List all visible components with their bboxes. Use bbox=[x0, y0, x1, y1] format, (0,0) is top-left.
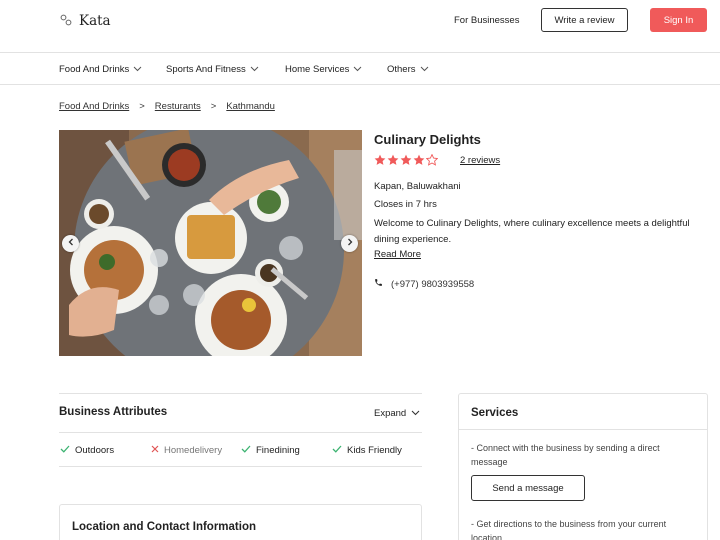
attribute-label: Kids Friendly bbox=[347, 445, 402, 456]
chevron-left-icon bbox=[68, 238, 74, 249]
breadcrumb-kathmandu[interactable]: Kathmandu bbox=[226, 101, 275, 112]
business-description: Welcome to Culinary Delights, where culi… bbox=[374, 218, 690, 245]
star-empty-icon bbox=[425, 153, 439, 169]
star-filled-icon bbox=[413, 154, 425, 169]
hours-status: Closes in 7 hrs bbox=[374, 199, 437, 210]
breadcrumb: Food And Drinks > Resturants > Kathmandu bbox=[59, 101, 275, 112]
divider bbox=[59, 393, 422, 394]
attribute-label: Homedelivery bbox=[164, 445, 223, 456]
directions-text: - Get directions to the business from yo… bbox=[471, 519, 667, 540]
write-review-button[interactable]: Write a review bbox=[541, 8, 628, 32]
nav-label: Home Services bbox=[285, 64, 350, 75]
reviews-link[interactable]: 2 reviews bbox=[460, 155, 500, 166]
close-icon bbox=[151, 445, 159, 456]
breadcrumb-separator: > bbox=[139, 101, 145, 112]
food-photo-illustration bbox=[59, 130, 362, 356]
business-address: Kapan, Baluwakhani bbox=[374, 181, 461, 192]
breadcrumb-food-and-drinks[interactable]: Food And Drinks bbox=[59, 101, 129, 112]
nav-home-services[interactable]: Home Services bbox=[285, 64, 362, 75]
breadcrumb-resturants[interactable]: Resturants bbox=[155, 101, 201, 112]
services-title: Services bbox=[471, 407, 519, 419]
star-filled-icon bbox=[374, 154, 386, 169]
check-icon bbox=[241, 445, 251, 456]
carousel-prev-button[interactable] bbox=[62, 235, 79, 252]
divider bbox=[59, 432, 422, 433]
logo-icon bbox=[60, 14, 72, 29]
business-photo bbox=[59, 130, 362, 356]
nav-food-and-drinks[interactable]: Food And Drinks bbox=[59, 64, 142, 75]
divider bbox=[59, 466, 422, 467]
nav-others[interactable]: Others bbox=[387, 64, 429, 75]
attributes-title: Business Attributes bbox=[59, 406, 168, 418]
category-nav: Food And Drinks Sports And Fitness Home … bbox=[0, 53, 720, 85]
phone-number: (+977) 9803939558 bbox=[391, 278, 475, 290]
for-businesses-link[interactable]: For Businesses bbox=[454, 15, 519, 26]
location-card: Location and Contact Information bbox=[59, 504, 422, 540]
business-phone[interactable]: (+977) 9803939558 bbox=[374, 278, 474, 290]
chevron-right-icon bbox=[347, 238, 353, 249]
star-filled-icon bbox=[387, 154, 399, 169]
expand-attributes-button[interactable]: Expand bbox=[374, 408, 420, 419]
star-rating bbox=[374, 153, 439, 169]
chevron-down-icon bbox=[420, 64, 429, 75]
attribute-label: Finedining bbox=[256, 445, 300, 456]
location-title: Location and Contact Information bbox=[72, 521, 256, 533]
business-name: Culinary Delights bbox=[374, 132, 481, 147]
chevron-down-icon bbox=[411, 408, 420, 419]
breadcrumb-separator: > bbox=[210, 101, 217, 112]
phone-icon bbox=[374, 278, 383, 290]
attribute-outdoors: Outdoors bbox=[60, 445, 114, 456]
nav-label: Sports And Fitness bbox=[166, 64, 246, 75]
divider bbox=[459, 429, 707, 430]
attribute-finedining: Finedining bbox=[241, 445, 300, 456]
attribute-label: Outdoors bbox=[75, 445, 115, 456]
services-card: Services - Connect with the business by … bbox=[458, 393, 708, 540]
chevron-down-icon bbox=[250, 64, 259, 75]
read-more-link[interactable]: Read More bbox=[374, 249, 421, 260]
nav-label: Food And Drinks bbox=[59, 64, 130, 75]
check-icon bbox=[332, 445, 342, 456]
send-message-button[interactable]: Send a message bbox=[471, 475, 585, 501]
sign-in-button[interactable]: Sign In bbox=[650, 8, 707, 32]
star-filled-icon bbox=[400, 154, 412, 169]
chevron-down-icon bbox=[133, 64, 142, 75]
attribute-homedelivery: Homedelivery bbox=[151, 445, 222, 456]
check-icon bbox=[60, 445, 70, 456]
expand-label: Expand bbox=[374, 408, 407, 419]
nav-label: Others bbox=[387, 64, 416, 75]
nav-sports-and-fitness[interactable]: Sports And Fitness bbox=[166, 64, 259, 75]
attribute-kids-friendly: Kids Friendly bbox=[332, 445, 402, 456]
carousel-next-button[interactable] bbox=[341, 235, 358, 252]
logo[interactable]: Kata bbox=[60, 13, 111, 29]
chevron-down-icon bbox=[353, 64, 362, 75]
logo-text: Kata bbox=[79, 13, 111, 29]
connect-text: - Connect with the business by sending a… bbox=[471, 443, 660, 467]
top-header: Kata For Businesses Write a review Sign … bbox=[0, 0, 720, 53]
